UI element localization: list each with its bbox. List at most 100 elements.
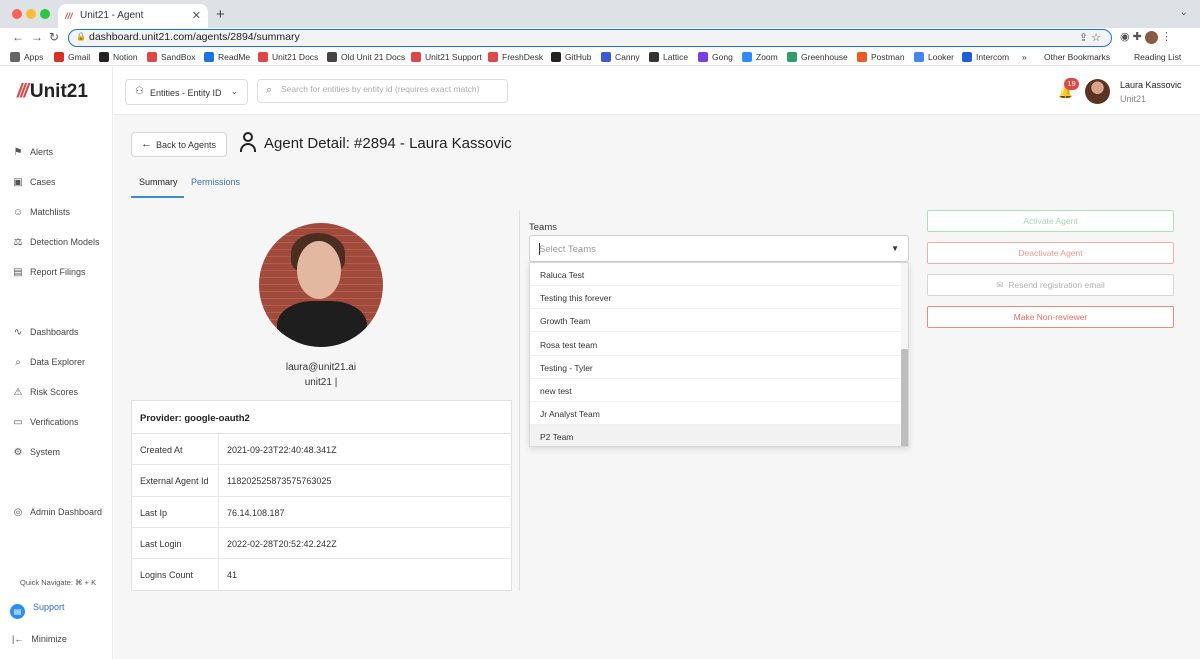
address-bar-row: ← → ↻ 🔒 dashboard.unit21.com/agents/2894…	[0, 28, 1200, 48]
user-plus-icon: ☺	[12, 207, 24, 218]
lock-icon: 🔒	[76, 32, 86, 41]
user-name: Laura Kassovic	[1120, 80, 1182, 90]
team-option[interactable]: P2 Team	[530, 425, 902, 446]
team-option[interactable]: Growth Team	[530, 309, 902, 333]
column-divider	[519, 211, 520, 591]
bookmark-apps[interactable]: Apps	[10, 52, 43, 62]
reading-list[interactable]: Reading List	[1134, 52, 1181, 62]
bookmark-gong[interactable]: Gong	[698, 52, 733, 62]
support-button[interactable]: ▤ Support	[10, 602, 65, 619]
sidebar-item-risk-scores[interactable]: ⚠ Risk Scores	[12, 387, 79, 398]
bookmark-postman[interactable]: Postman	[857, 52, 905, 62]
row-key: External Agent Id	[132, 465, 219, 496]
teams-select[interactable]: Select Teams ▼	[529, 235, 909, 262]
sidebar-item-matchlists[interactable]: ☺ Matchlists	[12, 207, 70, 218]
bookmark-unit21-docs[interactable]: Unit21 Docs	[258, 52, 318, 62]
browser-tab[interactable]: /// Unit21 - Agent ✕	[58, 4, 208, 28]
bookmark-github[interactable]: GitHub	[551, 52, 591, 62]
agent-org: unit21 |	[304, 377, 338, 388]
activate-agent-button[interactable]: Activate Agent	[927, 210, 1174, 232]
bookmark-star-icon[interactable]: ☆	[1091, 32, 1101, 44]
other-bookmarks[interactable]: Other Bookmarks	[1044, 52, 1110, 62]
team-option[interactable]: Jr Analyst Team	[530, 402, 902, 426]
provider-header: Provider: google-oauth2	[132, 401, 511, 434]
bookmark-favicon-icon	[601, 52, 611, 62]
close-window-button[interactable]	[12, 9, 22, 19]
minimize-sidebar-button[interactable]: |← Minimize	[12, 634, 67, 644]
team-option[interactable]: Testing - Tyler	[530, 356, 902, 379]
sidebar-item-label: Detection Models	[30, 237, 100, 247]
sidebar-item-alerts[interactable]: ⚑ Alerts	[12, 147, 54, 158]
puzzle-icon[interactable]: ✚	[1133, 31, 1142, 43]
bookmark-lattice[interactable]: Lattice	[649, 52, 688, 62]
bookmark-favicon-icon	[787, 52, 797, 62]
sidebar-item-report-filings[interactable]: ▤ Report Filings	[12, 267, 85, 278]
row-key: Last Ip	[132, 496, 219, 527]
tab-summary[interactable]: Summary	[139, 177, 178, 187]
sidebar-item-system[interactable]: ⚙ System	[12, 447, 61, 458]
agent-profile-photo	[259, 223, 383, 347]
reload-icon[interactable]: ↻	[49, 30, 59, 44]
deactivate-agent-button[interactable]: Deactivate Agent	[927, 242, 1174, 264]
team-option[interactable]: Rosa test team	[530, 333, 902, 356]
search-icon: ⌕	[266, 84, 273, 96]
page-title: Agent Detail: #2894 - Laura Kassovic	[264, 135, 512, 152]
profile-avatar[interactable]	[1144, 30, 1158, 44]
bookmark-readme[interactable]: ReadMe	[204, 52, 250, 62]
bookmark-canny[interactable]: Canny	[601, 52, 640, 62]
entity-search-input[interactable]	[281, 84, 501, 94]
flag-icon: ⚑	[13, 147, 23, 158]
team-option[interactable]: new test	[530, 379, 902, 402]
new-tab-icon[interactable]: +	[216, 6, 225, 23]
sidebar-item-detection-models[interactable]: ⚖ Detection Models	[12, 237, 100, 248]
dropdown-scroll-thumb[interactable]	[901, 349, 908, 446]
chat-icon: ▤	[10, 604, 25, 619]
forward-arrow-icon[interactable]: →	[31, 30, 43, 44]
bookmark-sandbox[interactable]: SandBox	[147, 52, 196, 62]
unit21-logo[interactable]: ///Unit21	[17, 81, 88, 103]
entity-type-select[interactable]: ⚇ Entities - Entity ID ⌄	[125, 79, 248, 105]
share-icon[interactable]: ⇪	[1079, 32, 1088, 44]
sidebar-item-dashboards[interactable]: ∿ Dashboards	[12, 327, 79, 338]
minimize-window-button[interactable]	[26, 9, 36, 19]
bookmark-old-unit-21-docs[interactable]: Old Unit 21 Docs	[327, 52, 405, 62]
bookmark-intercom[interactable]: Intercom	[962, 52, 1009, 62]
url-input[interactable]: 🔒 dashboard.unit21.com/agents/2894/summa…	[68, 29, 1112, 47]
sidebar-item-label: Matchlists	[30, 207, 71, 217]
bookmark-looker[interactable]: Looker	[914, 52, 954, 62]
tab-permissions[interactable]: Permissions	[191, 177, 240, 187]
back-arrow-icon[interactable]: ←	[12, 30, 24, 44]
sidebar-item-verifications[interactable]: ▭ Verifications	[12, 417, 78, 428]
mail-icon: ✉	[996, 280, 1004, 290]
resend-registration-email-button[interactable]: ✉ Resend registration email	[927, 274, 1174, 296]
globe-icon: ◎	[13, 507, 23, 518]
minimize-label: Minimize	[31, 634, 67, 644]
bookmark-favicon-icon	[698, 52, 708, 62]
table-row: External Agent Id 118202525873575763025	[132, 465, 511, 497]
bookmark-notion[interactable]: Notion	[99, 52, 138, 62]
close-tab-icon[interactable]: ✕	[192, 9, 201, 22]
tab-search-chevron-icon[interactable]: ⌄	[1180, 7, 1188, 18]
menu-dots-icon[interactable]: ⋮	[1161, 31, 1172, 43]
collapse-left-icon: |←	[12, 634, 24, 644]
dropdown-arrow-icon[interactable]: ▼	[891, 244, 899, 253]
team-option[interactable]: Raluca Test	[530, 263, 902, 286]
more-bookmarks-button[interactable]: »	[1022, 52, 1027, 62]
sidebar-item-data-explorer[interactable]: ⌕ Data Explorer	[12, 357, 85, 368]
extension-icon[interactable]: ◉	[1120, 31, 1130, 43]
bookmark-unit21-support[interactable]: Unit21 Support	[411, 52, 482, 62]
maximize-window-button[interactable]	[40, 9, 50, 19]
back-to-agents-button[interactable]: ← Back to Agents	[131, 132, 227, 157]
sidebar-item-admin-dashboard[interactable]: ◎ Admin Dashboard	[12, 507, 102, 518]
bookmark-gmail[interactable]: Gmail	[54, 52, 90, 62]
table-row: Logins Count 41	[132, 559, 511, 591]
bookmark-freshdesk[interactable]: FreshDesk	[488, 52, 543, 62]
sidebar-item-cases[interactable]: ▣ Cases	[12, 177, 55, 188]
bookmark-favicon-icon	[551, 52, 561, 62]
user-avatar[interactable]	[1085, 79, 1110, 104]
make-non-reviewer-button[interactable]: Make Non-reviewer	[927, 306, 1174, 328]
bookmark-zoom[interactable]: Zoom	[742, 52, 778, 62]
team-option[interactable]: Testing this forever	[530, 286, 902, 310]
table-row: Last Login 2022-02-28T20:52:42.242Z	[132, 527, 511, 560]
bookmark-greenhouse[interactable]: Greenhouse	[787, 52, 848, 62]
